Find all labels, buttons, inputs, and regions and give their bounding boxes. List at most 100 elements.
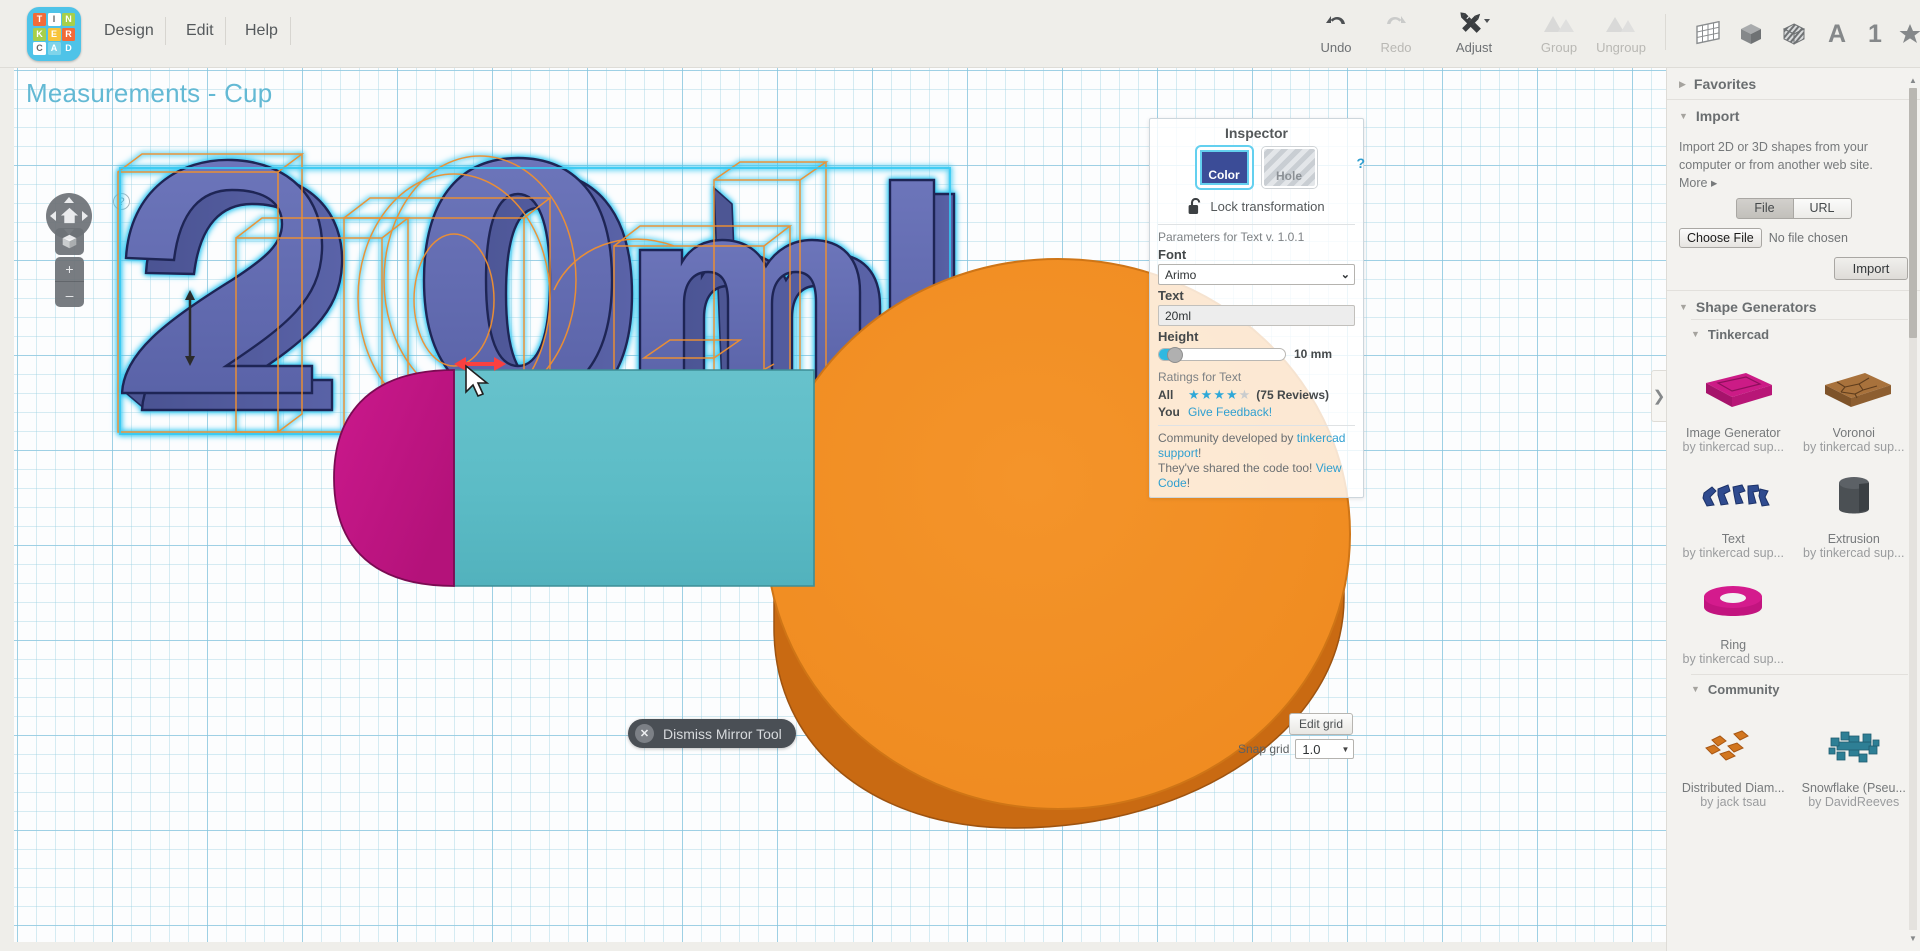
3d-scene xyxy=(117,153,1351,829)
favorites-star-icon[interactable] xyxy=(1890,14,1920,54)
shape-name: Ring xyxy=(1720,637,1747,652)
design-canvas[interactable]: Measurements - Cup + – ? ✕ Dismiss Mirro… xyxy=(14,68,1666,942)
zoom-out-button[interactable]: – xyxy=(55,282,84,307)
shape-item-distributed-diamonds[interactable]: Distributed Diam... by jack tsau xyxy=(1673,709,1794,811)
inspector-swatches: Color Hole ? xyxy=(1150,147,1365,188)
import-body: Import 2D or 3D shapes from your compute… xyxy=(1667,131,1920,290)
sidebar-scrollbar[interactable]: ▲ ▼ xyxy=(1908,74,1918,944)
menu-divider xyxy=(165,17,166,45)
choose-file-button[interactable]: Choose File xyxy=(1679,227,1762,248)
scroll-down-arrow-icon[interactable]: ▼ xyxy=(1908,932,1918,944)
scrollbar-thumb[interactable] xyxy=(1909,88,1917,338)
shape-item-text[interactable]: Text by tinkercad sup... xyxy=(1673,460,1794,562)
shape-item-image-generator[interactable]: Image Generator by tinkercad sup... xyxy=(1673,354,1794,456)
plate-voronoi-thumbnail xyxy=(1806,360,1902,422)
star-icon[interactable]: ★ xyxy=(1201,387,1213,403)
dome-cap[interactable] xyxy=(333,369,455,587)
lock-transformation-label: Lock transformation xyxy=(1210,199,1325,214)
font-select[interactable]: Arimo ⌄ xyxy=(1158,264,1355,285)
file-status-text: No file chosen xyxy=(1768,230,1848,245)
orbit-left-arrow-icon[interactable] xyxy=(50,211,56,221)
sidebar-section-favorites[interactable]: ▶ Favorites xyxy=(1667,68,1920,100)
cylinder-object[interactable] xyxy=(333,369,815,587)
import-description: Import 2D or 3D shapes from your compute… xyxy=(1679,140,1873,172)
height-slider[interactable] xyxy=(1158,346,1286,363)
logo-letter: I xyxy=(47,13,61,26)
inspector-panel[interactable]: Inspector Color Hole ? Lock transformati… xyxy=(1149,118,1365,498)
star-icon[interactable]: ★ xyxy=(1213,387,1225,403)
undo-icon xyxy=(1324,8,1348,38)
patterned-cube-icon[interactable] xyxy=(1774,14,1814,54)
dismiss-mirror-tool-button[interactable]: ✕ Dismiss Mirror Tool xyxy=(628,719,796,748)
dismiss-mirror-label: Dismiss Mirror Tool xyxy=(663,725,782,742)
workplane-grid-icon[interactable] xyxy=(1688,14,1728,54)
text-input[interactable]: 20ml xyxy=(1158,305,1355,326)
ungroup-button[interactable]: Ungroup xyxy=(1587,8,1655,62)
edit-grid-button[interactable]: Edit grid xyxy=(1289,713,1354,735)
height-handle-arrow[interactable] xyxy=(185,290,195,366)
close-icon[interactable]: ✕ xyxy=(635,724,654,743)
sidebar-group-community[interactable]: ▼ Community xyxy=(1667,675,1920,703)
number-icon[interactable]: 1 xyxy=(1855,14,1895,54)
hole-label: Hole xyxy=(1275,169,1302,183)
mirror-arrow-handle[interactable] xyxy=(454,357,506,371)
tinkercad-logo[interactable]: T I N K E R C A D xyxy=(27,7,81,61)
height-slider-knob[interactable] xyxy=(1167,346,1183,363)
right-sidebar[interactable]: ▶ Favorites ▼ Import Import 2D or 3D sha… xyxy=(1666,68,1920,951)
orbit-right-arrow-icon[interactable] xyxy=(82,211,88,221)
sidebar-section-import[interactable]: ▼ Import xyxy=(1667,100,1920,131)
snap-grid-control[interactable]: Snap grid 1.0 ▼ xyxy=(1238,739,1355,759)
adjust-button[interactable]: Adjust xyxy=(1440,8,1508,62)
star-icon[interactable]: ★ xyxy=(1188,387,1200,403)
ratings-block: Ratings for Text All ★ ★ ★ ★ ★ (75 Revie… xyxy=(1150,370,1363,419)
shape-item-snowflake[interactable]: Snowflake (Pseu... by DavidReeves xyxy=(1794,709,1915,811)
rating-stars[interactable]: ★ ★ ★ ★ ★ xyxy=(1188,387,1250,403)
rating-count: (75 Reviews) xyxy=(1256,388,1329,402)
shape-author: by DavidReeves xyxy=(1808,794,1900,809)
orbit-up-arrow-icon[interactable] xyxy=(64,197,74,203)
chevron-down-icon: ▼ xyxy=(1691,684,1700,694)
import-more-link[interactable]: More ▸ xyxy=(1679,175,1908,190)
group-button[interactable]: Group xyxy=(1525,8,1593,62)
tinkercad-group-title: Tinkercad xyxy=(1707,326,1770,342)
import-tab-url[interactable]: URL xyxy=(1793,197,1852,219)
menu-design[interactable]: Design xyxy=(104,22,154,40)
undo-button[interactable]: Undo xyxy=(1302,8,1370,62)
zoom-in-button[interactable]: + xyxy=(55,257,84,282)
sidebar-group-tinkercad[interactable]: ▼ Tinkercad xyxy=(1667,320,1920,348)
text-object-20ml[interactable] xyxy=(117,153,956,435)
home-icon[interactable] xyxy=(60,206,79,225)
color-swatch-button[interactable]: Color xyxy=(1196,147,1252,188)
community-divider xyxy=(1158,425,1355,426)
plate-magenta-thumbnail xyxy=(1685,360,1781,422)
shape-name: Voronoi xyxy=(1832,425,1875,440)
inspector-parameters: Parameters for Text v. 1.0.1 Font Arimo … xyxy=(1150,225,1363,363)
zoom-controls[interactable]: + – xyxy=(55,257,84,307)
shape-item-voronoi[interactable]: Voronoi by tinkercad sup... xyxy=(1794,354,1915,456)
canvas-help-icon[interactable]: ? xyxy=(113,193,130,210)
font-label: Font xyxy=(1158,247,1187,262)
panel-collapse-handle[interactable]: ❯ xyxy=(1651,370,1666,422)
import-tab-file[interactable]: File xyxy=(1735,197,1794,219)
import-source-toggle[interactable]: File URL xyxy=(1679,197,1908,219)
star-icon[interactable]: ★ xyxy=(1239,387,1251,403)
import-button[interactable]: Import xyxy=(1834,256,1908,280)
view-cube-icon[interactable] xyxy=(55,228,84,255)
shape-item-extrusion[interactable]: Extrusion by tinkercad sup... xyxy=(1794,460,1915,562)
give-feedback-link[interactable]: Give Feedback! xyxy=(1188,405,1272,419)
hole-swatch-button[interactable]: Hole xyxy=(1261,147,1317,188)
lock-transformation-toggle[interactable]: Lock transformation xyxy=(1150,198,1363,215)
snap-grid-select[interactable]: 1.0 ▼ xyxy=(1295,739,1355,759)
menu-help[interactable]: Help xyxy=(245,22,278,40)
redo-button[interactable]: Redo xyxy=(1362,8,1430,62)
inspector-help-icon[interactable]: ? xyxy=(1356,155,1365,171)
text-letter-icon[interactable]: A xyxy=(1817,14,1857,54)
star-icon[interactable]: ★ xyxy=(1226,387,1238,403)
menu-edit[interactable]: Edit xyxy=(186,22,214,40)
scroll-up-arrow-icon[interactable]: ▲ xyxy=(1908,74,1918,86)
menu-divider xyxy=(290,17,291,45)
height-control[interactable]: 10 mm xyxy=(1158,346,1355,363)
shape-item-ring[interactable]: Ring by tinkercad sup... xyxy=(1673,566,1794,668)
sidebar-section-shape-generators[interactable]: ▼ Shape Generators xyxy=(1667,291,1920,319)
solid-cube-icon[interactable] xyxy=(1731,14,1771,54)
